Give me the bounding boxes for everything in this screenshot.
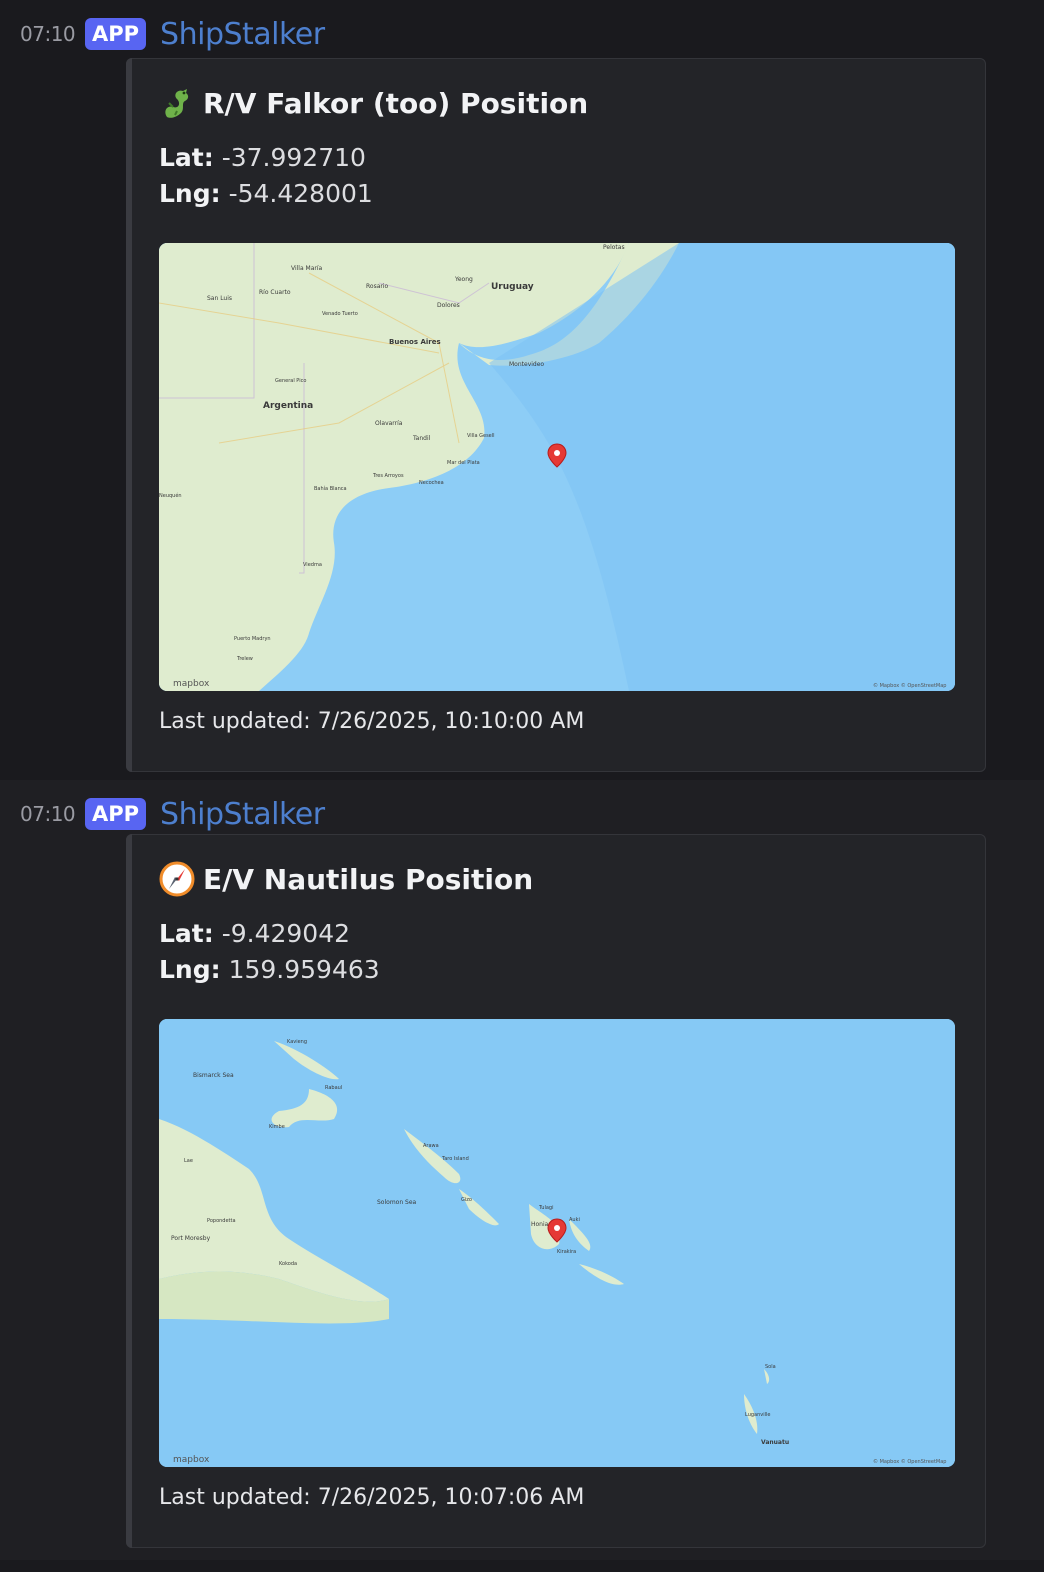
map-label: Mar del Plata — [447, 460, 480, 466]
map-label: Popondetta — [207, 1218, 236, 1224]
dragon-icon — [159, 85, 195, 121]
lng-value: 159.959463 — [228, 955, 380, 984]
footer-updated: Last updated: 7/26/2025, 10:10:00 AM — [159, 709, 585, 734]
footer-updated: Last updated: 7/26/2025, 10:07:06 AM — [159, 1485, 585, 1510]
author-name[interactable]: ShipStalker — [160, 797, 325, 832]
map-label: Vanuatu — [761, 1439, 789, 1446]
lng-field: Lng: -54.428001 — [159, 179, 373, 208]
message-header: 07:10 APP ShipStalker — [20, 14, 325, 54]
lat-label: Lat: — [159, 919, 214, 948]
mapbox-logo: mapbox — [173, 679, 210, 689]
map-label: Olavarría — [375, 420, 403, 427]
map-label: Trelew — [236, 656, 253, 662]
map-label: Auki — [569, 1217, 580, 1223]
map-attribution[interactable]: © Mapbox © OpenStreetMap — [873, 682, 946, 689]
map-label: Villa María — [291, 265, 323, 272]
lng-label: Lng: — [159, 955, 221, 984]
embed-card: E/V Nautilus Position Lat: -9.429042 Lng… — [126, 834, 986, 1548]
map-label: Tres Arroyos — [372, 473, 404, 479]
embed-title: R/V Falkor (too) Position — [159, 85, 588, 121]
lat-value: -9.429042 — [221, 919, 351, 948]
map-label: Río Cuarto — [259, 289, 291, 296]
lng-label: Lng: — [159, 179, 221, 208]
map-attribution[interactable]: © Mapbox © OpenStreetMap — [873, 1458, 946, 1465]
map-label: Rabaul — [325, 1085, 342, 1091]
mapbox-logo: mapbox — [173, 1455, 210, 1465]
map-label: Luganville — [745, 1412, 770, 1418]
message-2: 07:10 APP ShipStalker E/V Nautilus Posit… — [0, 780, 1044, 1560]
timestamp[interactable]: 07:10 — [20, 22, 84, 46]
compass-icon — [159, 861, 195, 897]
map-image[interactable]: Kavieng Bismarck Sea Rabaul Kimbe Lae Ar… — [159, 1019, 955, 1467]
map-label: Dolores — [437, 302, 460, 309]
message-1: 07:10 APP ShipStalker R/V Falkor (too) P… — [0, 0, 1044, 780]
map-label: Uruguay — [491, 282, 534, 292]
map-label: General Pico — [275, 378, 306, 384]
map-image[interactable]: Villa María Pelotas Yeong Uruguay Río Cu… — [159, 243, 955, 691]
map-label: Kokoda — [279, 1261, 297, 1267]
map-label: Kirakira — [557, 1249, 576, 1255]
lat-value: -37.992710 — [221, 143, 366, 172]
app-badge: APP — [85, 798, 147, 830]
lng-value: -54.428001 — [228, 179, 373, 208]
map-label: Rosario — [366, 283, 389, 290]
embed-title-text: E/V Nautilus Position — [203, 862, 534, 896]
map-label: Arawa — [423, 1143, 439, 1149]
map-label: Viedma — [303, 562, 322, 568]
map-label: Solomon Sea — [377, 1199, 417, 1206]
map-label: Gizo — [461, 1197, 472, 1203]
map-label: Argentina — [263, 401, 313, 411]
timestamp[interactable]: 07:10 — [20, 802, 84, 826]
map-label: Sola — [765, 1364, 776, 1370]
lat-field: Lat: -37.992710 — [159, 143, 366, 172]
map-label: Pelotas — [603, 244, 625, 251]
lat-field: Lat: -9.429042 — [159, 919, 350, 948]
map-label: Venado Tuerto — [322, 311, 358, 317]
map-label: Bismarck Sea — [193, 1072, 234, 1079]
map-label: Port Moresby — [171, 1235, 211, 1242]
map-label: Tandil — [412, 435, 431, 442]
lng-field: Lng: 159.959463 — [159, 955, 380, 984]
map-label: Puerto Madryn — [234, 636, 271, 642]
map-label: Yeong — [454, 276, 473, 283]
map-label: Kavieng — [287, 1039, 307, 1045]
map-label: Tulagi — [538, 1205, 553, 1211]
map-label: Necochea — [419, 480, 444, 486]
map-label: Kimbe — [269, 1124, 285, 1130]
author-name[interactable]: ShipStalker — [160, 17, 325, 52]
map-label: Bahía Blanca — [314, 485, 347, 492]
lat-label: Lat: — [159, 143, 214, 172]
map-label: Montevideo — [509, 361, 544, 368]
embed-title-text: R/V Falkor (too) Position — [203, 86, 589, 120]
embed-card: R/V Falkor (too) Position Lat: -37.99271… — [126, 58, 986, 772]
map-label: Taro Island — [441, 1156, 469, 1162]
app-badge: APP — [85, 18, 147, 50]
embed-title: E/V Nautilus Position — [159, 861, 533, 897]
map-label: Lae — [184, 1158, 193, 1164]
message-header: 07:10 APP ShipStalker — [20, 794, 325, 834]
map-label: San Luis — [207, 295, 232, 302]
map-label: Neuquén — [159, 492, 182, 499]
map-label: Buenos Aires — [389, 338, 441, 346]
map-label: Villa Gesell — [467, 433, 495, 439]
